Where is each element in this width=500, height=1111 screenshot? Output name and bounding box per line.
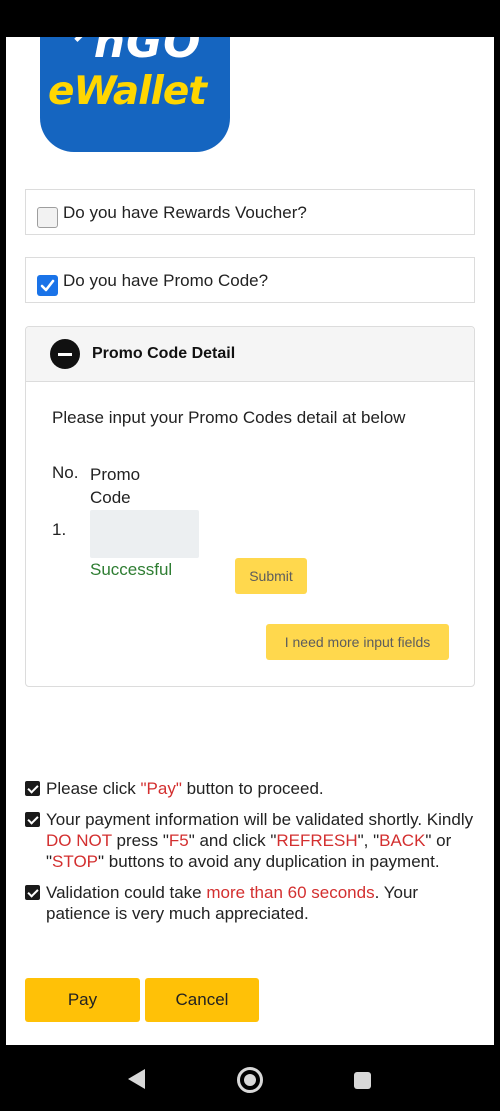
promo-status-text: Successful xyxy=(90,560,173,579)
pay-button[interactable]: Pay xyxy=(25,978,140,1022)
checkbox-checked-icon xyxy=(25,812,40,827)
rewards-voucher-label: Do you have Rewards Voucher? xyxy=(63,203,307,222)
collapse-minus-icon[interactable] xyxy=(50,339,80,369)
promo-code-detail-panel: Promo Code Detail Please input your Prom… xyxy=(25,326,475,687)
promo-code-input[interactable] xyxy=(90,510,199,558)
rewards-voucher-option[interactable]: Do you have Rewards Voucher? xyxy=(25,189,475,235)
home-icon[interactable] xyxy=(237,1067,263,1093)
logo-line-1: ᐟnGO xyxy=(74,37,202,68)
row-number: 1. xyxy=(52,520,67,539)
payment-page: ᐟnGO eWallet Do you have Rewards Voucher… xyxy=(6,37,494,1045)
column-header-promo-code: Promo Code xyxy=(90,465,141,507)
checkbox-checked-icon xyxy=(25,781,40,796)
promo-code-option[interactable]: Do you have Promo Code? xyxy=(25,257,475,303)
payment-notes: Please click "Pay" button to proceed. Yo… xyxy=(25,778,475,934)
android-navigation-bar xyxy=(0,1045,500,1111)
promo-code-checkbox[interactable] xyxy=(37,275,58,296)
recent-apps-icon[interactable] xyxy=(354,1072,371,1089)
note-click-pay: Please click "Pay" button to proceed. xyxy=(25,778,475,799)
rewards-voucher-checkbox[interactable] xyxy=(37,207,58,228)
checkmark-icon xyxy=(40,279,55,292)
back-icon[interactable] xyxy=(128,1069,145,1089)
logo-line-2: eWallet xyxy=(48,69,207,114)
column-header-no: No. xyxy=(52,463,79,482)
more-input-fields-button[interactable]: I need more input fields xyxy=(266,624,449,660)
submit-button[interactable]: Submit xyxy=(235,558,307,594)
promo-detail-header[interactable]: Promo Code Detail xyxy=(26,327,474,382)
note-validation-time: Validation could take more than 60 secon… xyxy=(25,882,475,924)
note-do-not-refresh: Your payment information will be validat… xyxy=(25,809,475,872)
cancel-button[interactable]: Cancel xyxy=(145,978,259,1022)
ngo-ewallet-logo: ᐟnGO eWallet xyxy=(40,37,230,152)
promo-code-label: Do you have Promo Code? xyxy=(63,271,269,290)
status-bar xyxy=(0,0,500,37)
promo-detail-title: Promo Code Detail xyxy=(92,345,236,362)
promo-detail-description: Please input your Promo Codes detail at … xyxy=(52,408,406,427)
checkbox-checked-icon xyxy=(25,885,40,900)
